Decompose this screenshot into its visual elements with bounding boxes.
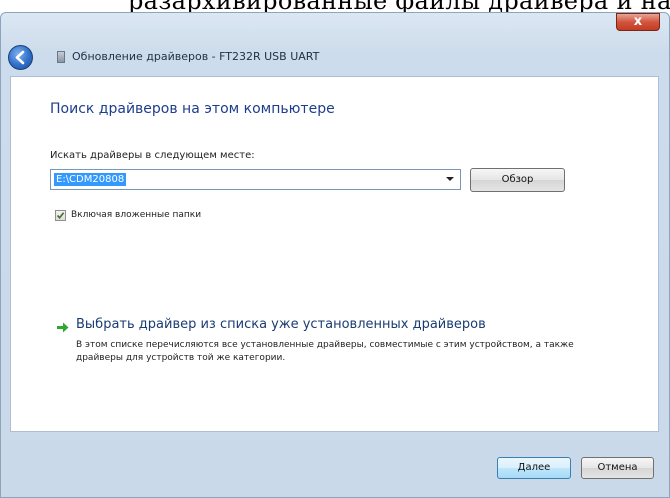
window-title: Обновление драйверов - FT232R USB UART: [72, 50, 320, 63]
driver-icon: [57, 51, 65, 63]
back-arrow-icon: [15, 50, 25, 65]
pick-from-list-link[interactable]: Выбрать драйвер из списка уже установлен…: [76, 317, 486, 332]
page-title: Поиск драйверов на этом компьютере: [50, 101, 335, 117]
path-input-value[interactable]: E:\CDM20808: [54, 173, 127, 186]
close-icon: x: [633, 14, 643, 29]
green-arrow-icon[interactable]: [57, 322, 69, 333]
close-button[interactable]: x: [616, 13, 660, 31]
pick-from-list-description: В этом списке перечисляются все установл…: [76, 340, 574, 363]
path-combobox[interactable]: E:\CDM20808: [50, 169, 461, 190]
browse-button[interactable]: Обзор: [470, 168, 565, 192]
wizard-content: Поиск драйверов на этом компьютере Искат…: [10, 76, 659, 432]
search-location-label: Искать драйверы в следующем месте:: [50, 150, 255, 161]
checkmark-icon: [56, 212, 65, 220]
cancel-button[interactable]: Отмена: [581, 457, 654, 479]
include-subfolders-checkbox[interactable]: [55, 210, 66, 221]
back-button[interactable]: [8, 45, 33, 70]
next-button[interactable]: Далее: [497, 457, 571, 479]
include-subfolders-label[interactable]: Включая вложенные папки: [71, 210, 201, 220]
chevron-down-icon[interactable]: [446, 177, 454, 181]
